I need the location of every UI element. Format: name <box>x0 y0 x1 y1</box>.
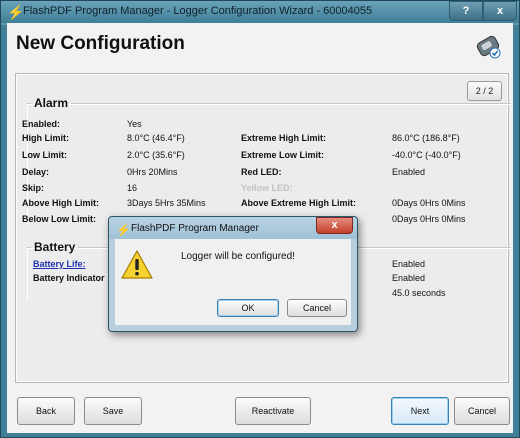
enabled-value: Yes <box>127 119 142 129</box>
below-extreme-low-limit-value: 0Days 0Hrs 0Mins <box>392 214 466 224</box>
enabled-label: Enabled: <box>22 119 61 129</box>
next-button[interactable]: Next <box>391 397 449 425</box>
reactivate-button[interactable]: Reactivate <box>235 397 311 425</box>
page-title: New Configuration <box>16 33 185 54</box>
title-bar: ⚡ FlashPDF Program Manager - Logger Conf… <box>1 1 519 23</box>
above-high-limit-label: Above High Limit: <box>22 198 99 208</box>
battery-legend: Battery <box>34 240 76 254</box>
dialog-close-button[interactable]: x <box>316 217 353 234</box>
skip-value: 16 <box>127 183 138 193</box>
cancel-button[interactable]: Cancel <box>454 397 510 425</box>
high-limit-label: High Limit: <box>22 133 69 143</box>
skip-label: Skip: <box>22 183 45 193</box>
battery-value-3: 45.0 seconds <box>392 288 446 298</box>
help-button[interactable]: ? <box>449 1 483 21</box>
high-limit-value: 8.0°C (46.4°F) <box>127 133 185 143</box>
save-button[interactable]: Save <box>84 397 142 425</box>
delay-label: Delay: <box>22 167 50 177</box>
extreme-high-limit-label: Extreme High Limit: <box>241 133 327 143</box>
extreme-high-limit-value: 86.0°C (186.8°F) <box>392 133 460 143</box>
logger-device-icon <box>476 35 501 59</box>
alarm-legend: Alarm <box>34 96 69 110</box>
header: New Configuration <box>7 23 513 69</box>
lightning-icon: ⚡ <box>116 223 131 237</box>
dialog-ok-button[interactable]: OK <box>217 299 279 317</box>
red-led-label: Red LED: <box>241 167 282 177</box>
extreme-low-limit-value: -40.0°C (-40.0°F) <box>392 150 461 160</box>
delay-value: 0Hrs 20Mins <box>127 167 178 177</box>
close-button[interactable]: x <box>483 1 517 21</box>
above-high-limit-value: 3Days 5Hrs 35Mins <box>127 198 206 208</box>
back-button[interactable]: Back <box>17 397 75 425</box>
battery-indicator-label: Battery Indicator <box>33 273 105 283</box>
dialog-cancel-button[interactable]: Cancel <box>287 299 347 317</box>
battery-value-2: Enabled <box>392 273 426 283</box>
below-low-limit-label: Below Low Limit: <box>22 214 96 224</box>
above-extreme-high-limit-value: 0Days 0Hrs 0Mins <box>392 198 466 208</box>
low-limit-value: 2.0°C (35.6°F) <box>127 150 185 160</box>
red-led-value: Enabled <box>392 167 426 177</box>
window-title: FlashPDF Program Manager - Logger Config… <box>23 5 373 17</box>
extreme-low-limit-label: Extreme Low Limit: <box>241 150 325 160</box>
battery-value-1: Enabled <box>392 259 426 269</box>
battery-life-link[interactable]: Battery Life: <box>33 259 86 269</box>
above-extreme-high-limit-label: Above Extreme High Limit: <box>241 198 357 208</box>
dialog-body: Logger will be configured! OK Cancel <box>115 239 351 325</box>
lightning-icon: ⚡ <box>7 4 25 20</box>
dialog-message: Logger will be configured! <box>181 251 295 262</box>
yellow-led-label: Yellow LED: <box>241 183 293 193</box>
warning-icon <box>121 250 153 279</box>
confirm-dialog: ⚡ FlashPDF Program Manager x Logger will… <box>108 216 358 332</box>
low-limit-label: Low Limit: <box>22 150 67 160</box>
dialog-title: FlashPDF Program Manager <box>131 223 259 234</box>
